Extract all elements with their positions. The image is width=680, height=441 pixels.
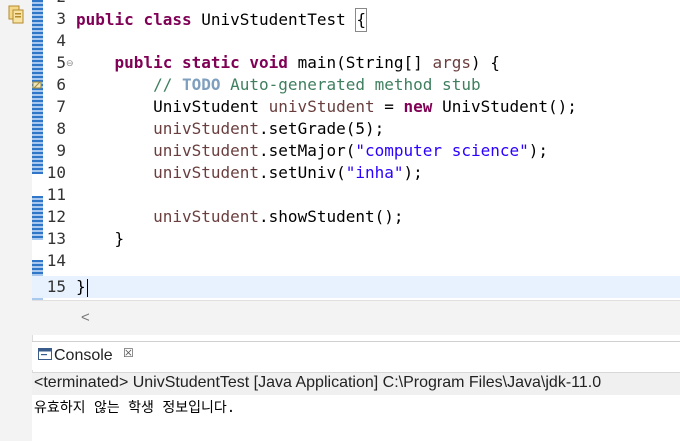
process-description: <terminated> UnivStudentTest [Java Appli…	[34, 374, 602, 391]
code-text: univStudent.setUniv("inha");	[153, 163, 423, 182]
warning-icon[interactable]	[32, 80, 42, 90]
code-line: 6 // TODO Auto-generated method stub	[32, 74, 680, 96]
code-line: 10 univStudent.setUniv("inha");	[32, 162, 680, 184]
console-output-line: 유효하지 않는 학생 정보입니다.	[34, 400, 236, 416]
line-number: 15	[46, 277, 66, 296]
close-icon[interactable]: ☒	[123, 346, 134, 360]
code-line: 9 univStudent.setMajor("computer science…	[32, 140, 680, 162]
line-number: 14	[46, 251, 66, 270]
code-line: 3 public class UnivStudentTest {	[32, 8, 680, 32]
current-code-line: 15 }	[32, 276, 680, 298]
horizontal-scrollbar[interactable]: <	[32, 300, 680, 335]
code-line: 13 }	[32, 228, 680, 250]
line-number: 2	[44, 0, 66, 8]
console-description-bar: <terminated> UnivStudentTest [Java Appli…	[32, 372, 680, 396]
line-number: 7	[56, 97, 66, 116]
line-number: 11	[46, 185, 66, 204]
line-number: 5	[56, 53, 66, 72]
bracket-match: {	[355, 8, 368, 32]
code-line: 11	[32, 184, 680, 206]
text-cursor	[86, 278, 88, 297]
code-line: 14	[32, 250, 680, 272]
line-number: 4	[56, 31, 66, 50]
console-view-tab[interactable]: Console ☒	[32, 341, 680, 370]
code-line: 4	[32, 30, 680, 52]
code-comment: // TODO Auto-generated method stub	[153, 75, 481, 94]
code-text: }	[114, 229, 125, 248]
line-number: 6	[56, 75, 66, 94]
code-line: 2	[32, 0, 680, 8]
code-text: }	[76, 277, 88, 297]
line-number: 12	[46, 207, 66, 226]
code-text: univStudent.setMajor("computer science")…	[153, 141, 549, 160]
line-number: 8	[56, 119, 66, 138]
code-editor[interactable]: 2 3 public class UnivStudentTest { 4 5 ⊖…	[32, 0, 680, 300]
left-toolbar	[0, 0, 33, 441]
code-text: UnivStudent univStudent = new UnivStuden…	[153, 97, 577, 116]
code-text: public static void main(String[] args) {	[114, 53, 500, 72]
code-text: public class UnivStudentTest {	[76, 8, 368, 32]
code-line: 8 univStudent.setGrade(5);	[32, 118, 680, 140]
code-line: 12 univStudent.showStudent();	[32, 206, 680, 228]
library-icon[interactable]	[7, 4, 25, 26]
line-number: 13	[46, 229, 66, 248]
line-number: 9	[56, 141, 66, 160]
code-text: univStudent.showStudent();	[153, 207, 404, 226]
code-line: 5 ⊖ public static void main(String[] arg…	[32, 52, 680, 74]
scroll-left-arrow-icon[interactable]: <	[81, 309, 90, 326]
console-output-area[interactable]: 유효하지 않는 학생 정보입니다.	[32, 395, 680, 441]
console-icon	[38, 348, 52, 360]
code-text: univStudent.setGrade(5);	[153, 119, 385, 138]
line-number: 10	[46, 163, 66, 182]
fold-toggle-icon[interactable]: ⊖	[66, 52, 74, 74]
code-line: 7 UnivStudent univStudent = new UnivStud…	[32, 96, 680, 118]
console-title[interactable]: Console	[54, 347, 113, 365]
line-number: 3	[56, 9, 66, 28]
